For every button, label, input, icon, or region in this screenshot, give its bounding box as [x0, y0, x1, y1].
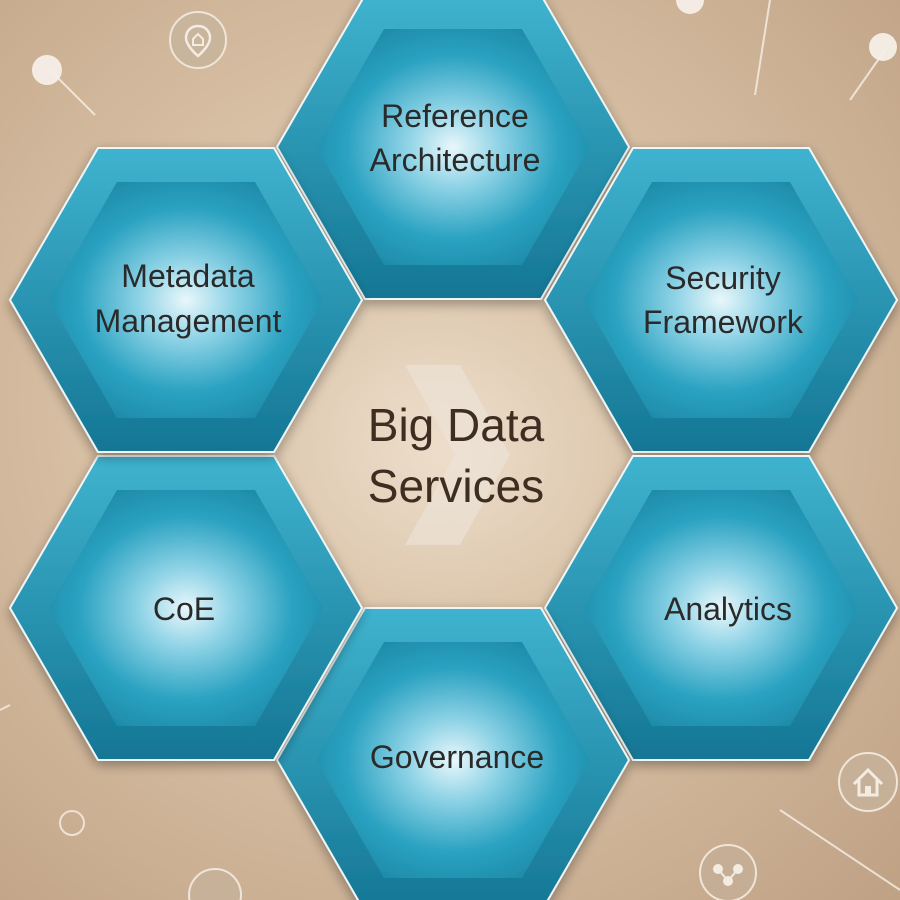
- circle-icon: [188, 868, 242, 900]
- hexagon-label-line-2: Framework: [643, 304, 804, 340]
- center-label-line-1: Big Data: [368, 399, 545, 451]
- network-node: [32, 55, 62, 85]
- hexagon-label-line-1: Analytics: [664, 591, 792, 627]
- hexagon-label-line-1: Reference: [381, 98, 529, 134]
- hexagon-label-line-1: Security: [665, 260, 781, 296]
- center-label-line-2: Services: [368, 460, 544, 512]
- network-node: [59, 810, 85, 836]
- hexagon-label-line-1: Metadata: [121, 258, 255, 294]
- location-pin-icon: [169, 11, 227, 69]
- hexagon-label-line-2: Architecture: [370, 142, 541, 178]
- hexagon-label-line-1: CoE: [153, 591, 215, 627]
- network-node: [676, 0, 704, 14]
- hexagon-label-line-2: Management: [95, 303, 282, 339]
- hexagon-diagram: Big Data Services Reference Architecture…: [0, 0, 900, 900]
- share-icon: [699, 844, 757, 900]
- network-node: [869, 33, 897, 61]
- home-icon: [838, 752, 898, 812]
- hexagon-label-line-1: Governance: [370, 739, 544, 775]
